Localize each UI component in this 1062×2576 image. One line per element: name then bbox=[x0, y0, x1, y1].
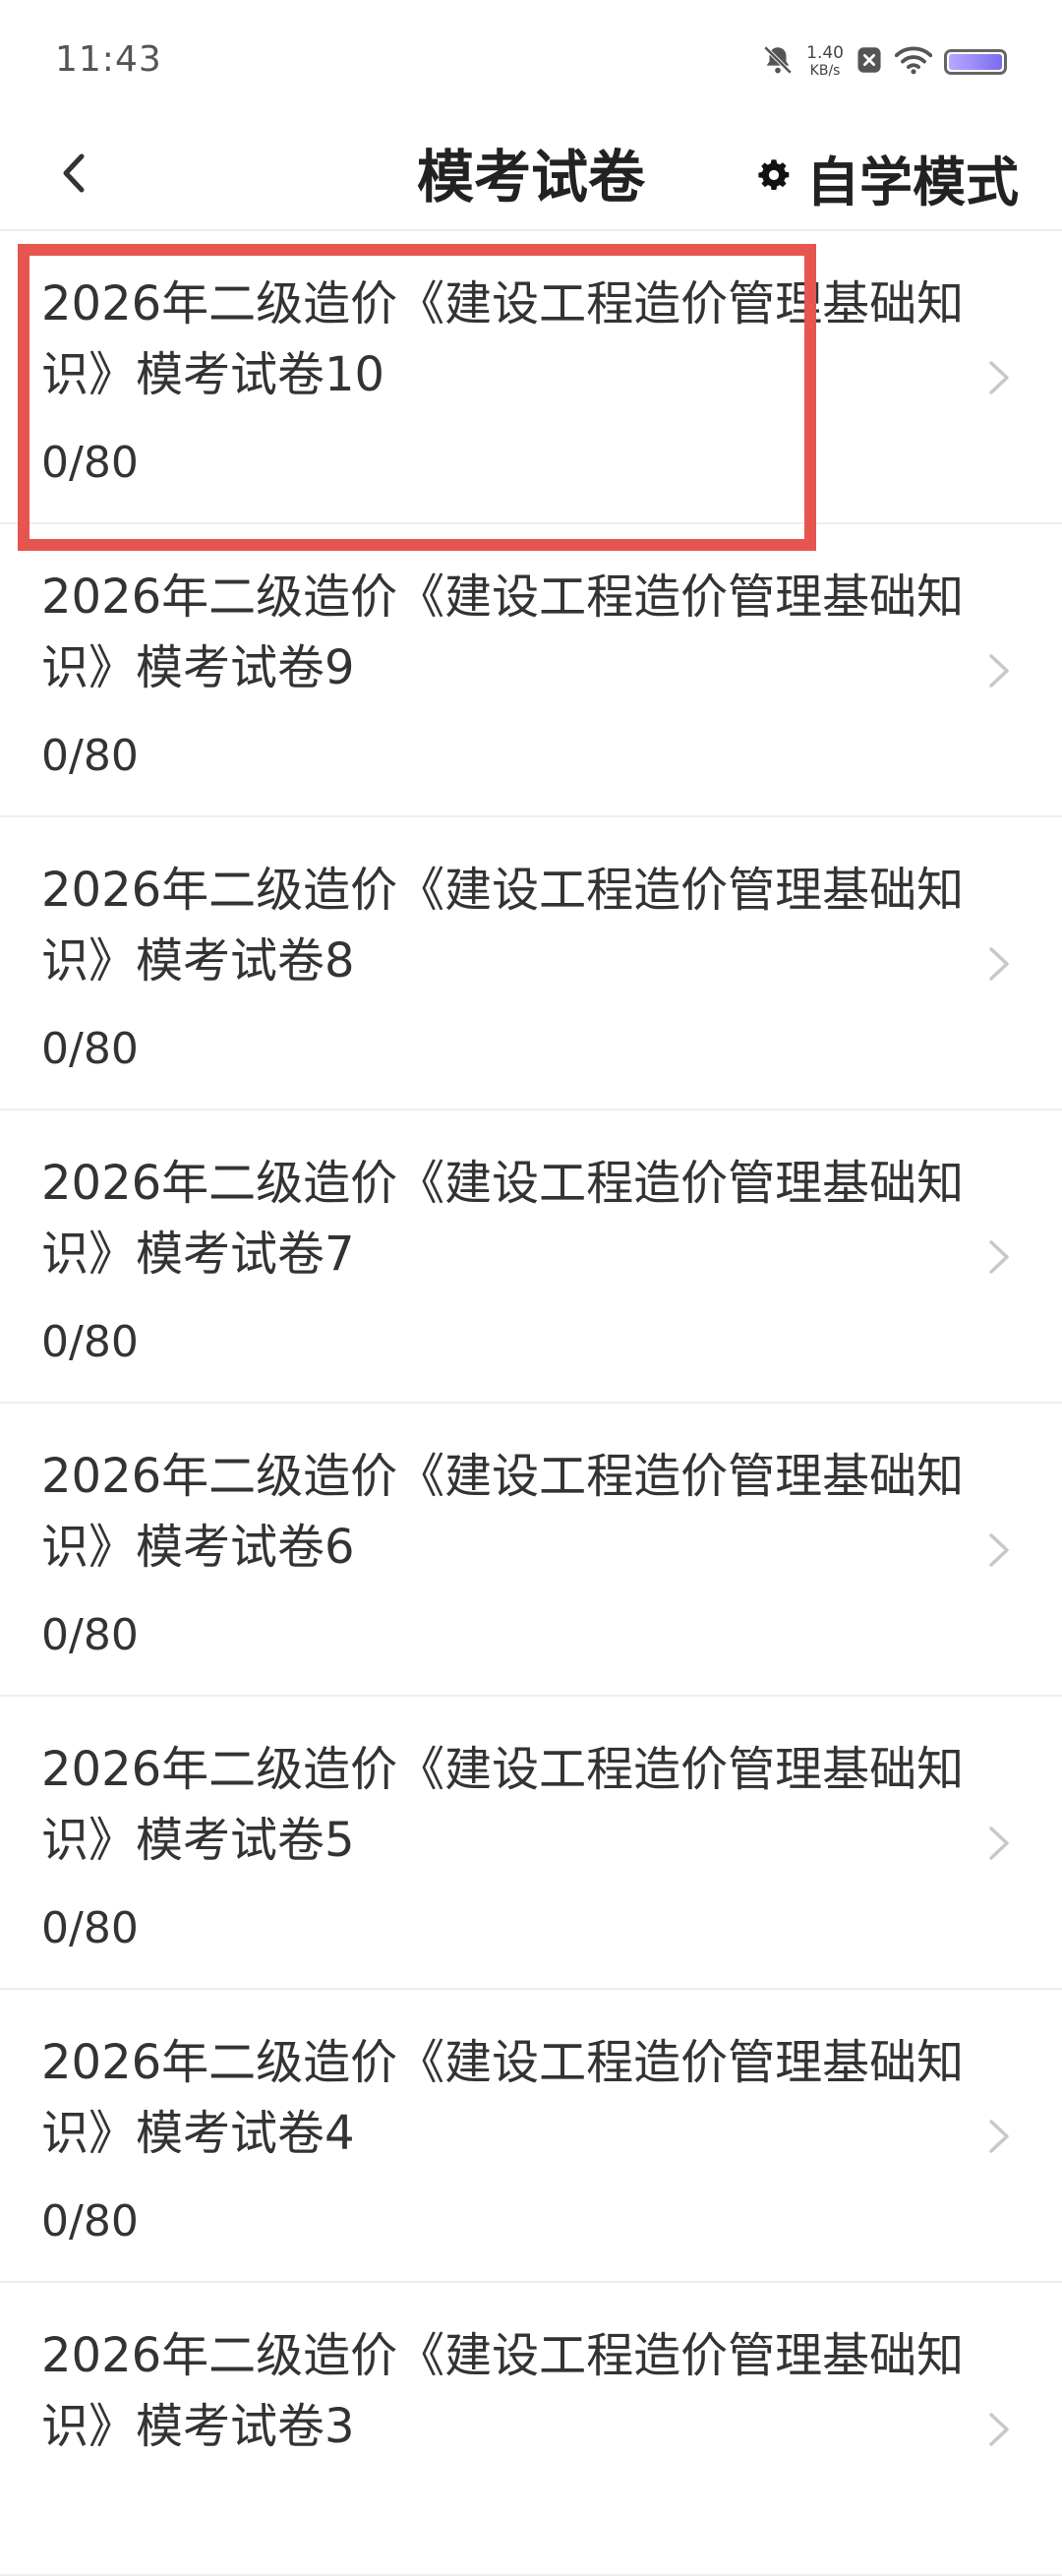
status-icons: 1.40 KB/s bbox=[761, 41, 1007, 83]
chevron-right-icon bbox=[989, 947, 1009, 981]
chevron-right-icon bbox=[989, 1240, 1009, 1274]
app-header: 模考试卷 自学模式 bbox=[0, 123, 1062, 231]
self-study-mode-button[interactable]: 自学模式 bbox=[757, 143, 1019, 213]
list-item[interactable]: 2026年二级造价《建设工程造价管理基础知识》模考试卷9 0/80 bbox=[0, 524, 1062, 817]
list-item[interactable]: 2026年二级造价《建设工程造价管理基础知识》模考试卷6 0/80 bbox=[0, 1404, 1062, 1697]
x-badge-icon bbox=[856, 45, 883, 79]
net-speed-unit: KB/s bbox=[809, 63, 841, 79]
mode-label: 自学模式 bbox=[806, 150, 1019, 213]
item-progress: 0/80 bbox=[41, 1610, 139, 1660]
item-title: 2026年二级造价《建设工程造价管理基础知识》模考试卷7 bbox=[41, 1156, 965, 1282]
battery-icon bbox=[944, 49, 1007, 75]
chevron-right-icon bbox=[989, 1533, 1009, 1567]
battery-level bbox=[949, 54, 1002, 70]
list-item[interactable]: 2026年二级造价《建设工程造价管理基础知识》模考试卷8 0/80 bbox=[0, 817, 1062, 1110]
mute-bell-icon bbox=[761, 43, 795, 81]
gear-icon bbox=[757, 158, 791, 196]
item-title: 2026年二级造价《建设工程造价管理基础知识》模考试卷10 bbox=[41, 276, 965, 402]
item-progress: 0/80 bbox=[41, 1317, 139, 1367]
item-title: 2026年二级造价《建设工程造价管理基础知识》模考试卷4 bbox=[41, 2035, 965, 2161]
wifi-icon bbox=[894, 45, 933, 79]
chevron-right-icon bbox=[989, 2120, 1009, 2153]
item-progress: 0/80 bbox=[41, 731, 139, 781]
list-item[interactable]: 2026年二级造价《建设工程造价管理基础知识》模考试卷4 0/80 bbox=[0, 1990, 1062, 2283]
chevron-right-icon bbox=[989, 361, 1009, 394]
list-item[interactable]: 2026年二级造价《建设工程造价管理基础知识》模考试卷3 bbox=[0, 2283, 1062, 2576]
item-title: 2026年二级造价《建设工程造价管理基础知识》模考试卷8 bbox=[41, 863, 965, 988]
chevron-right-icon bbox=[989, 1827, 1009, 1860]
item-progress: 0/80 bbox=[41, 1024, 139, 1074]
back-button[interactable] bbox=[39, 141, 108, 210]
item-title: 2026年二级造价《建设工程造价管理基础知识》模考试卷9 bbox=[41, 569, 965, 695]
net-speed-value: 1.40 bbox=[806, 43, 844, 63]
item-title: 2026年二级造价《建设工程造价管理基础知识》模考试卷3 bbox=[41, 2328, 965, 2454]
chevron-right-icon bbox=[989, 2413, 1009, 2446]
list-item[interactable]: 2026年二级造价《建设工程造价管理基础知识》模考试卷7 0/80 bbox=[0, 1110, 1062, 1404]
item-title: 2026年二级造价《建设工程造价管理基础知识》模考试卷5 bbox=[41, 1742, 965, 1868]
status-time: 11:43 bbox=[55, 39, 162, 80]
status-bar: 11:43 1.40 KB/s bbox=[0, 0, 1062, 123]
chevron-left-icon bbox=[54, 149, 93, 202]
list-item[interactable]: 2026年二级造价《建设工程造价管理基础知识》模考试卷10 0/80 bbox=[0, 231, 1062, 524]
item-progress: 0/80 bbox=[41, 2196, 139, 2247]
chevron-right-icon bbox=[989, 654, 1009, 688]
item-progress: 0/80 bbox=[41, 1903, 139, 1953]
item-title: 2026年二级造价《建设工程造价管理基础知识》模考试卷6 bbox=[41, 1449, 965, 1575]
exam-paper-list: 2026年二级造价《建设工程造价管理基础知识》模考试卷10 0/80 2026年… bbox=[0, 231, 1062, 2576]
net-speed: 1.40 KB/s bbox=[806, 44, 844, 80]
item-progress: 0/80 bbox=[41, 438, 139, 488]
list-item[interactable]: 2026年二级造价《建设工程造价管理基础知识》模考试卷5 0/80 bbox=[0, 1697, 1062, 1990]
